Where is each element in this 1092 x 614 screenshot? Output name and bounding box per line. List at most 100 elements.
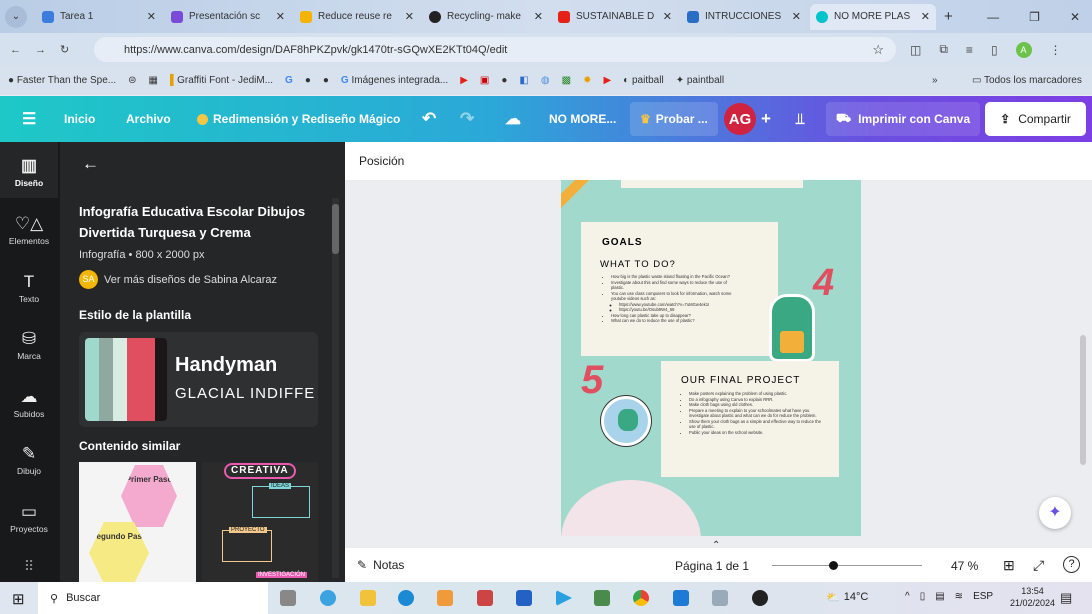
store-icon[interactable] [516, 590, 532, 606]
youtube-icon[interactable]: ▶ [460, 75, 468, 86]
chrome-icon[interactable] [633, 590, 649, 606]
extension-icon[interactable]: ◫ [910, 43, 921, 57]
bookmark-icon[interactable]: ◧ [519, 75, 528, 86]
grid-view-icon[interactable]: ⊞ [1003, 557, 1015, 574]
bookmark-icon[interactable]: ● [501, 75, 507, 86]
rail-item-diseno[interactable]: ▥ Diseño [0, 156, 58, 188]
device-icon[interactable]: ▯ [920, 591, 926, 602]
rail-item-proyectos[interactable]: ▭ Proyectos [0, 502, 58, 534]
cloud-saved-icon[interactable]: ☁ [505, 96, 521, 142]
weather-widget[interactable]: ⛅ 14°C [826, 591, 868, 604]
network-icon[interactable]: ▤ [935, 591, 944, 602]
app-icon[interactable] [477, 590, 493, 606]
app-icon[interactable] [437, 590, 453, 606]
zoom-slider-thumb[interactable] [829, 561, 838, 570]
all-bookmarks-folder[interactable]: ▭ Todos los marcadores [972, 75, 1082, 86]
template-style-card[interactable]: Handyman GLACIAL INDIFFE [79, 332, 318, 427]
browser-tab-active[interactable]: NO MORE PLAS ✕ [810, 3, 936, 30]
share-button[interactable]: ⇪ Compartir [985, 102, 1086, 136]
windows-start-icon[interactable]: ⊞ [12, 590, 25, 608]
language-indicator[interactable]: ESP [973, 591, 993, 602]
undo-button[interactable]: ↶ [422, 96, 436, 142]
close-icon[interactable]: ✕ [792, 10, 801, 23]
expand-pages-icon[interactable]: ⌃ [712, 540, 720, 551]
file-explorer-icon[interactable] [360, 590, 376, 606]
side-panel-icon[interactable]: ▯ [991, 43, 998, 57]
page-indicator[interactable]: Página 1 de 1 [675, 559, 749, 573]
show-hidden-icons[interactable]: ^ [905, 591, 910, 602]
bookmark-icon[interactable]: ◍ [541, 75, 550, 86]
restore-button[interactable]: ❐ [1029, 10, 1040, 24]
file-menu-button[interactable]: Archivo [126, 96, 171, 142]
analytics-icon[interactable]: ⫫ [796, 96, 804, 142]
bookmark-icon[interactable]: ✹ [583, 75, 591, 86]
rail-item-marca[interactable]: ⛁ Marca [0, 329, 58, 361]
zoom-slider[interactable] [772, 561, 922, 570]
youtube-icon[interactable]: ▶ [603, 75, 611, 86]
browser-tab[interactable]: Recycling- make ✕ [423, 4, 549, 30]
url-input[interactable]: https://www.canva.com/design/DAF8hPKZpvk… [94, 37, 896, 62]
browser-tab[interactable]: Reduce reuse re ✕ [294, 4, 420, 30]
bookmark[interactable]: G Imágenes integrada... [341, 75, 448, 86]
zoom-level[interactable]: 47 % [951, 559, 978, 573]
similar-template-2[interactable]: CREATIVA IDEAS PROYECTO INVESTIGACIÓN [202, 462, 318, 582]
bookmark-star-icon[interactable]: ☆ [872, 42, 884, 58]
rail-item-dibujo[interactable]: ✎ Dibujo [0, 444, 58, 476]
magic-assistant-button[interactable]: ✦ [1039, 497, 1071, 529]
back-button[interactable]: ← [10, 44, 21, 56]
bookmark[interactable]: ● Faster Than the Spe... [8, 75, 116, 86]
app-icon[interactable] [594, 590, 610, 606]
close-icon[interactable]: ✕ [663, 10, 672, 23]
bookmark[interactable]: ✦ paintball [676, 75, 724, 86]
media-icon[interactable]: ≡ [966, 43, 973, 57]
app-icon[interactable] [712, 590, 728, 606]
try-pro-button[interactable]: ♛ Probar ... [630, 102, 718, 136]
clock[interactable]: 13:54 21/02/2024 [1010, 585, 1055, 609]
menu-hamburger-icon[interactable]: ☰ [22, 96, 36, 142]
close-icon[interactable]: ✕ [276, 10, 285, 23]
apps-grid-icon[interactable]: ⠿ [0, 558, 58, 575]
media-player-icon[interactable] [556, 590, 572, 606]
more-bookmarks-icon[interactable]: » [932, 75, 938, 86]
extensions-puzzle-icon[interactable]: ⧉ [939, 42, 948, 57]
close-icon[interactable]: ✕ [147, 10, 156, 23]
add-collaborator-button[interactable]: + [761, 96, 771, 142]
rail-item-texto[interactable]: T Texto [0, 272, 58, 304]
browser-tab[interactable]: Presentación sc ✕ [165, 4, 291, 30]
edge-legacy-icon[interactable] [320, 590, 336, 606]
bookmark-icon[interactable]: ● [305, 75, 311, 86]
taskbar-search[interactable]: ⚲ Buscar [38, 582, 268, 614]
help-icon[interactable]: ? [1063, 556, 1080, 573]
panel-scrollbar[interactable] [332, 198, 339, 578]
bookmark-icon[interactable]: ▩ [562, 75, 571, 86]
browser-tab[interactable]: INTRUCCIONES ✕ [681, 4, 807, 30]
rail-item-elementos[interactable]: ♡△ Elementos [0, 214, 58, 246]
close-icon[interactable]: ✕ [534, 10, 543, 23]
home-button[interactable]: Inicio [64, 96, 95, 142]
similar-template-1[interactable]: Primer Paso Segundo Paso [79, 462, 196, 582]
back-arrow-icon[interactable]: ← [82, 154, 99, 174]
edge-icon[interactable] [398, 590, 414, 606]
bookmark-icon[interactable]: ● [323, 75, 329, 86]
browser-tab[interactable]: Tarea 1 ✕ [36, 4, 162, 30]
google-icon[interactable]: G [285, 75, 293, 86]
redo-button[interactable]: ↷ [460, 96, 474, 142]
close-icon[interactable]: ✕ [405, 10, 414, 23]
new-tab-button[interactable]: + [944, 8, 953, 25]
notifications-icon[interactable]: ▤ [1060, 590, 1072, 606]
bookmark-icon[interactable]: ⊜ [128, 75, 136, 86]
notes-button[interactable]: ✎ Notas [357, 558, 404, 572]
document-title[interactable]: NO MORE... [549, 96, 616, 142]
close-icon[interactable]: ✕ [921, 10, 930, 23]
tab-search-button[interactable]: ⌄ [5, 5, 27, 28]
rail-item-subidos[interactable]: ☁ Subidos [0, 387, 58, 419]
reload-button[interactable]: ↻ [60, 43, 69, 56]
bookmark[interactable]: ◐ paitball [623, 75, 664, 86]
fullscreen-icon[interactable]: ⤢ [1033, 557, 1044, 574]
bookmark-icon[interactable]: ▣ [480, 75, 489, 86]
position-button[interactable]: Posición [359, 154, 404, 168]
bookmark-icon[interactable]: ▦ [149, 75, 158, 86]
author-link[interactable]: SA Ver más diseños de Sabina Alcaraz [79, 270, 277, 289]
app-icon[interactable] [752, 590, 768, 606]
print-button[interactable]: ⛟ Imprimir con Canva [826, 102, 981, 136]
